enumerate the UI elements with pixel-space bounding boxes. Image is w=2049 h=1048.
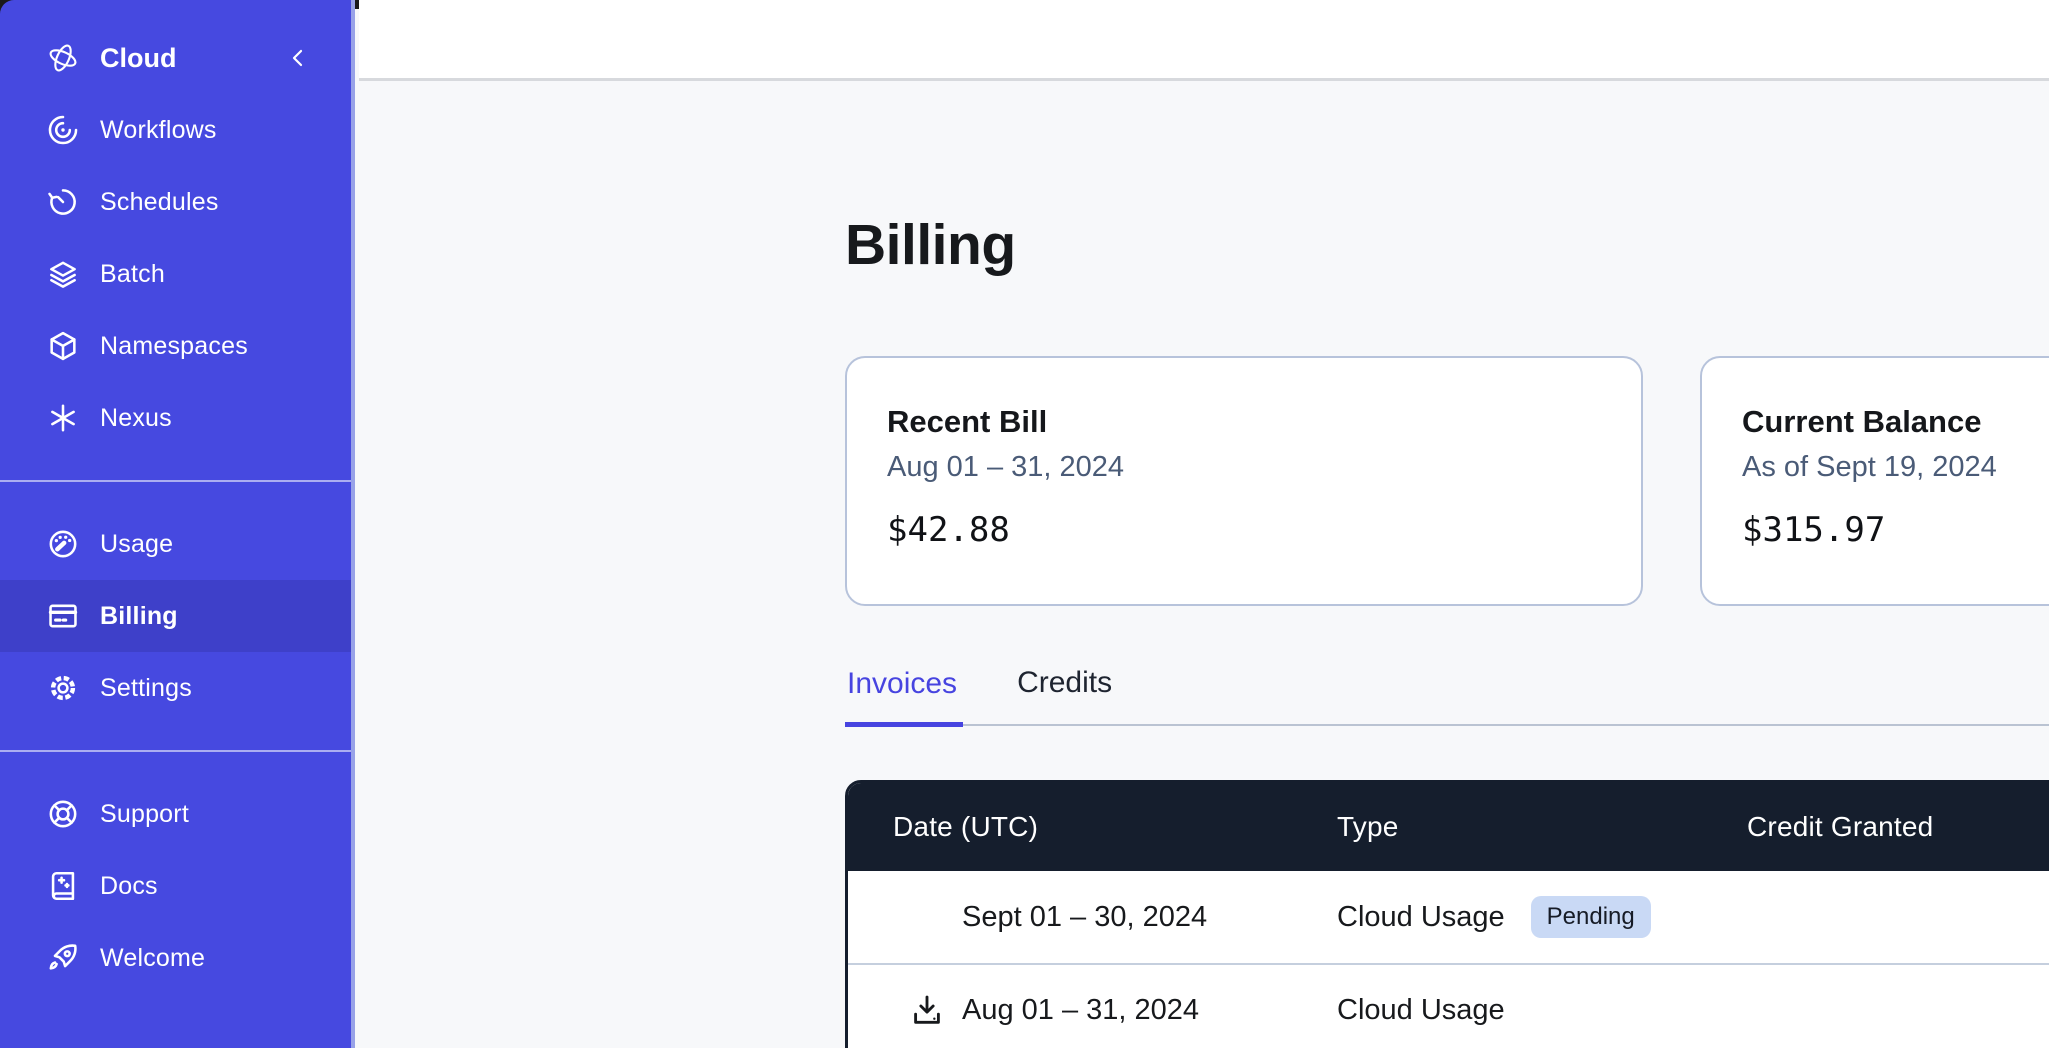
download-invoice-button[interactable] — [908, 991, 946, 1029]
sidebar-item-welcome[interactable]: Welcome — [0, 922, 351, 994]
invoice-date-cell: Aug 01 – 31, 2024 — [848, 991, 1337, 1029]
sidebar-item-schedules[interactable]: Schedules — [0, 166, 351, 238]
invoices-table: Date (UTC) Type Credit Granted Sept 01 –… — [845, 780, 2049, 1048]
sidebar-item-billing[interactable]: Billing — [0, 580, 351, 652]
invoice-type: Cloud Usage — [1337, 994, 1505, 1027]
sidebar-item-label: Docs — [100, 872, 158, 901]
sidebar-item-label: Support — [100, 800, 189, 829]
sidebar-item-settings[interactable]: Settings — [0, 652, 351, 724]
table-row: Sept 01 – 30, 2024 Cloud Usage Pending — [848, 871, 2049, 963]
column-header-type: Type — [1337, 811, 1747, 843]
batch-icon — [46, 257, 80, 291]
chevron-left-icon — [285, 45, 311, 71]
sidebar-item-usage[interactable]: Usage — [0, 508, 351, 580]
support-icon — [46, 797, 80, 831]
schedules-icon — [46, 185, 80, 219]
sidebar-item-label: Nexus — [100, 404, 172, 433]
sidebar-collapse-button[interactable] — [285, 45, 311, 71]
column-header-date: Date (UTC) — [848, 811, 1337, 843]
sidebar-item-nexus[interactable]: Nexus — [0, 382, 351, 454]
sidebar-item-label: Batch — [100, 260, 165, 289]
billing-tabs: Invoices Credits — [845, 666, 2049, 726]
download-icon — [909, 992, 945, 1028]
card-title: Current Balance — [1742, 404, 2049, 440]
billing-page: Billing Recent Bill Aug 01 – 31, 2024 $4… — [359, 84, 2049, 1048]
card-title: Recent Bill — [887, 404, 1601, 440]
tab-credits[interactable]: Credits — [1015, 666, 1118, 724]
sidebar-item-docs[interactable]: Docs — [0, 850, 351, 922]
card-amount: $315.97 — [1742, 510, 2049, 550]
current-balance-card: Current Balance As of Sept 19, 2024 $315… — [1700, 356, 2049, 606]
sidebar-item-label: Schedules — [100, 188, 219, 217]
invoice-date: Sept 01 – 30, 2024 — [962, 901, 1207, 934]
sidebar-item-label: Workflows — [100, 116, 217, 145]
sidebar-item-label: Namespaces — [100, 332, 248, 361]
sidebar-item-support[interactable]: Support — [0, 778, 351, 850]
top-header-bar — [359, 0, 2049, 81]
card-period: Aug 01 – 31, 2024 — [887, 451, 1601, 484]
sidebar-item-workflows[interactable]: Workflows — [0, 94, 351, 166]
sidebar-item-label: Settings — [100, 674, 192, 703]
brand-label: Cloud — [100, 43, 176, 74]
sidebar-item-label: Welcome — [100, 944, 205, 973]
settings-icon — [46, 671, 80, 705]
status-badge: Pending — [1531, 896, 1651, 938]
recent-bill-card: Recent Bill Aug 01 – 31, 2024 $42.88 — [845, 356, 1643, 606]
invoice-type: Cloud Usage — [1337, 901, 1505, 934]
nexus-icon — [46, 401, 80, 435]
usage-icon — [46, 527, 80, 561]
sidebar-item-namespaces[interactable]: Namespaces — [0, 310, 351, 382]
column-header-credit-granted: Credit Granted — [1747, 811, 2049, 843]
card-period: As of Sept 19, 2024 — [1742, 451, 2049, 484]
billing-icon — [46, 599, 80, 633]
summary-cards-row: Recent Bill Aug 01 – 31, 2024 $42.88 Cur… — [845, 356, 2049, 606]
sidebar-item-batch[interactable]: Batch — [0, 238, 351, 310]
card-amount: $42.88 — [887, 510, 1601, 550]
invoice-type-cell: Cloud Usage — [1337, 994, 1747, 1027]
invoice-date-cell: Sept 01 – 30, 2024 — [848, 898, 1337, 936]
workflows-icon — [46, 113, 80, 147]
page-title: Billing — [845, 212, 2049, 278]
invoice-date: Aug 01 – 31, 2024 — [962, 994, 1199, 1027]
namespaces-icon — [46, 329, 80, 363]
docs-icon — [46, 869, 80, 903]
welcome-rocket-icon — [46, 941, 80, 975]
sidebar: Cloud Workflows Schedules Batch — [0, 0, 355, 1048]
sidebar-item-label: Usage — [100, 530, 173, 559]
table-row: Aug 01 – 31, 2024 Cloud Usage — [848, 963, 2049, 1048]
main-area: Billing Recent Bill Aug 01 – 31, 2024 $4… — [359, 0, 2049, 1048]
sidebar-divider — [0, 750, 351, 752]
sidebar-item-label: Billing — [100, 602, 178, 631]
invoice-type-cell: Cloud Usage Pending — [1337, 896, 1747, 938]
table-header-row: Date (UTC) Type Credit Granted — [848, 783, 2049, 871]
tab-invoices[interactable]: Invoices — [845, 667, 963, 727]
sidebar-brand[interactable]: Cloud — [0, 22, 351, 94]
temporal-cloud-icon — [46, 41, 80, 75]
sidebar-divider — [0, 480, 351, 482]
